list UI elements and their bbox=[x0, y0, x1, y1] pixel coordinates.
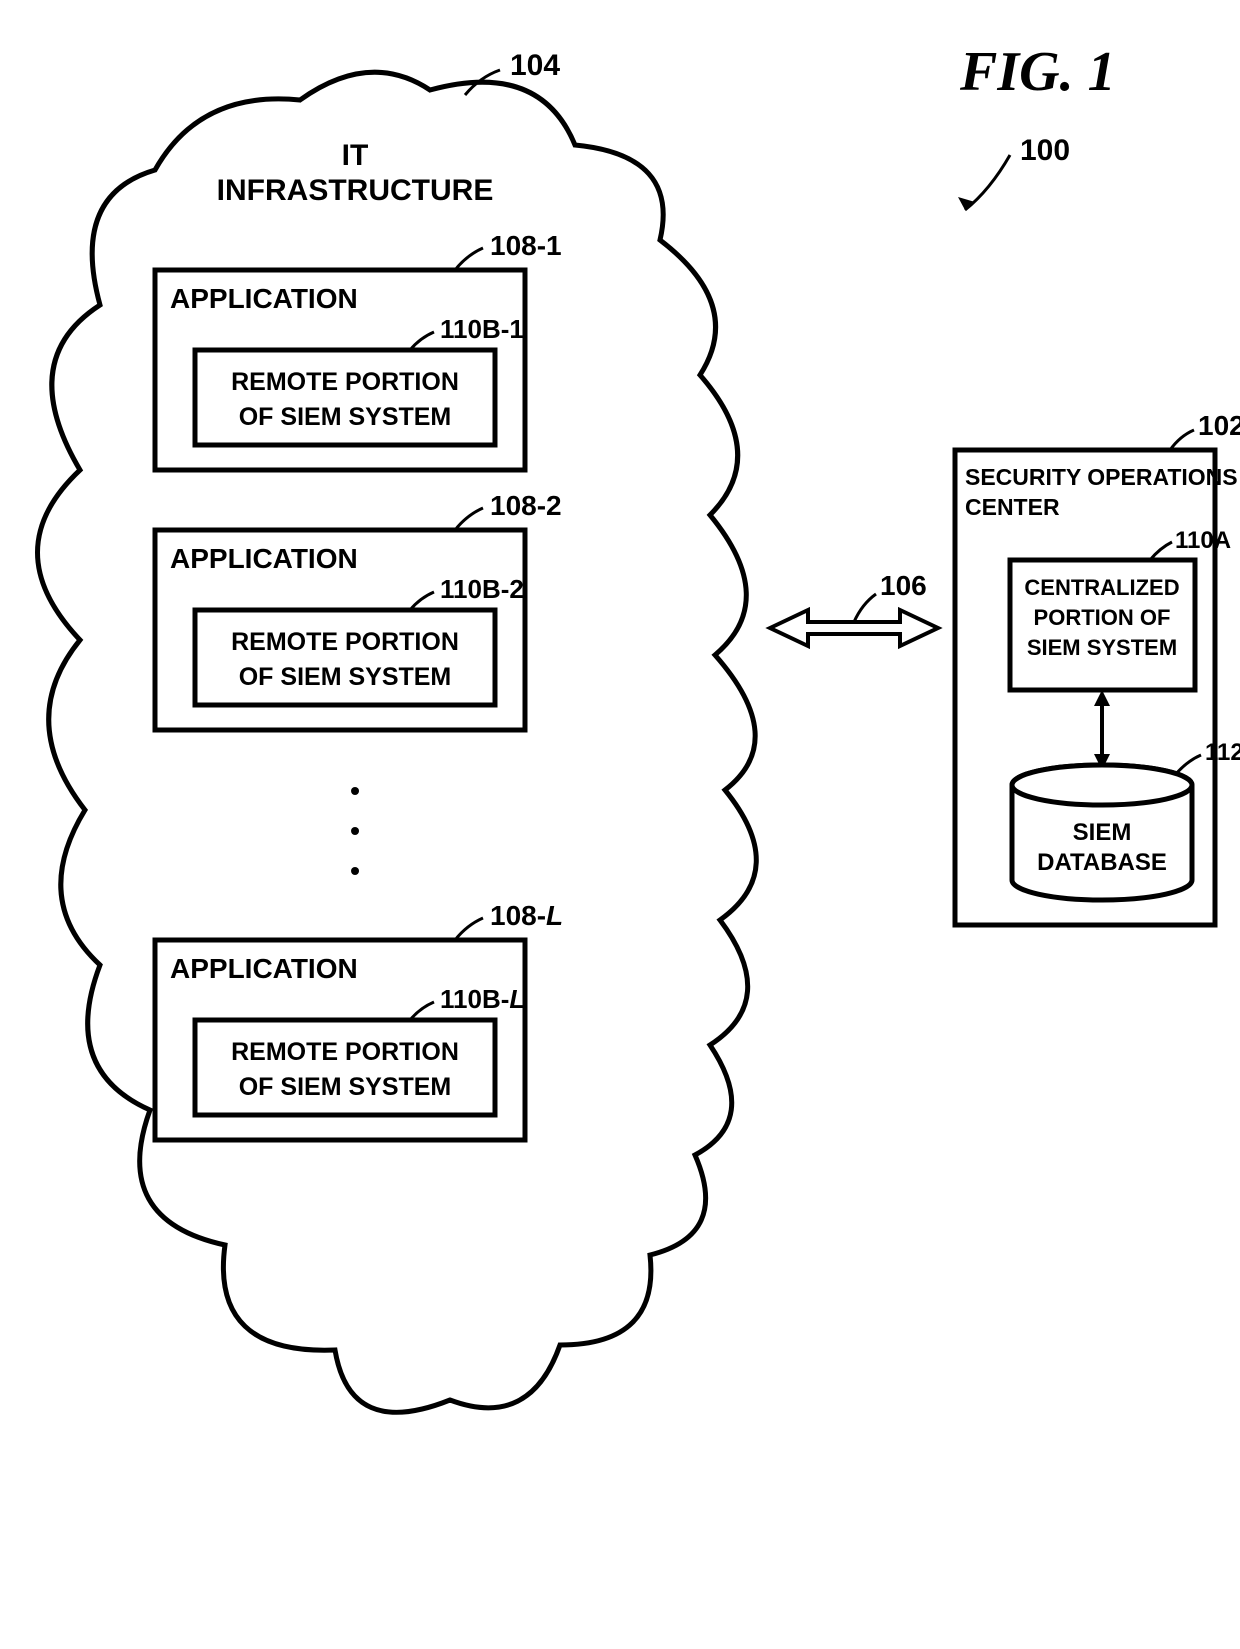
db-line2: DATABASE bbox=[1037, 849, 1167, 876]
app-2-inner-line2: OF SIEM SYSTEM bbox=[239, 663, 452, 691]
connector-ref: 106 bbox=[880, 570, 927, 601]
app-2-ref: 108-2 bbox=[490, 490, 562, 521]
soc-box: 102 SECURITY OPERATIONS CENTER 110A CENT… bbox=[955, 410, 1240, 925]
app-1-inner-line2: OF SIEM SYSTEM bbox=[239, 403, 452, 431]
app-1-inner-ref: 110B-1 bbox=[440, 314, 524, 344]
application-box-2: 108-2 APPLICATION 110B-2 REMOTE PORTION … bbox=[155, 490, 562, 730]
cloud-ref: 104 bbox=[510, 49, 560, 82]
soc-title-line2: CENTER bbox=[965, 494, 1060, 520]
soc-portion-ref: 110A bbox=[1175, 527, 1231, 554]
figure-label: FIG. 1 bbox=[959, 41, 1116, 103]
application-box-1: 108-1 APPLICATION 110B-1 REMOTE PORTION … bbox=[155, 230, 562, 470]
soc-portion-line1: CENTRALIZED bbox=[1024, 575, 1179, 600]
figure-canvas: FIG. 1 100 104 IT INFRASTRUCTURE 108-1 A… bbox=[0, 0, 1240, 1649]
figure-ref-100: 100 bbox=[1020, 134, 1070, 167]
cloud-title-line1: IT bbox=[342, 139, 369, 172]
soc-ref: 102 bbox=[1198, 410, 1240, 441]
app-L-inner-line1: REMOTE PORTION bbox=[231, 1038, 459, 1066]
app-1-inner-line1: REMOTE PORTION bbox=[231, 368, 459, 396]
ellipsis-1: • bbox=[350, 775, 360, 806]
svg-text:108-L: 108-L bbox=[490, 900, 563, 931]
cloud-title-line2: INFRASTRUCTURE bbox=[217, 174, 494, 207]
soc-portion-line3: SIEM SYSTEM bbox=[1027, 635, 1177, 660]
app-2-label: APPLICATION bbox=[170, 543, 358, 574]
app-1-ref: 108-1 bbox=[490, 230, 562, 261]
ellipsis-3: • bbox=[350, 855, 360, 886]
app-L-label: APPLICATION bbox=[170, 953, 358, 984]
ellipsis-2: • bbox=[350, 815, 360, 846]
app-2-inner-line1: REMOTE PORTION bbox=[231, 628, 459, 656]
connector-arrow: 106 bbox=[770, 570, 938, 646]
svg-text:110B-L: 110B-L bbox=[440, 984, 525, 1014]
soc-title-line1: SECURITY OPERATIONS bbox=[965, 464, 1238, 490]
app-2-inner-ref: 110B-2 bbox=[440, 574, 524, 604]
app-L-inner-line2: OF SIEM SYSTEM bbox=[239, 1073, 452, 1101]
db-ref: 112 bbox=[1205, 739, 1240, 766]
soc-portion-line2: PORTION OF bbox=[1034, 605, 1171, 630]
db-line1: SIEM bbox=[1073, 819, 1132, 846]
figure-ref-arrowhead bbox=[958, 197, 975, 210]
app-1-label: APPLICATION bbox=[170, 283, 358, 314]
application-box-L: 108-L APPLICATION 110B-L REMOTE PORTION … bbox=[155, 900, 563, 1140]
